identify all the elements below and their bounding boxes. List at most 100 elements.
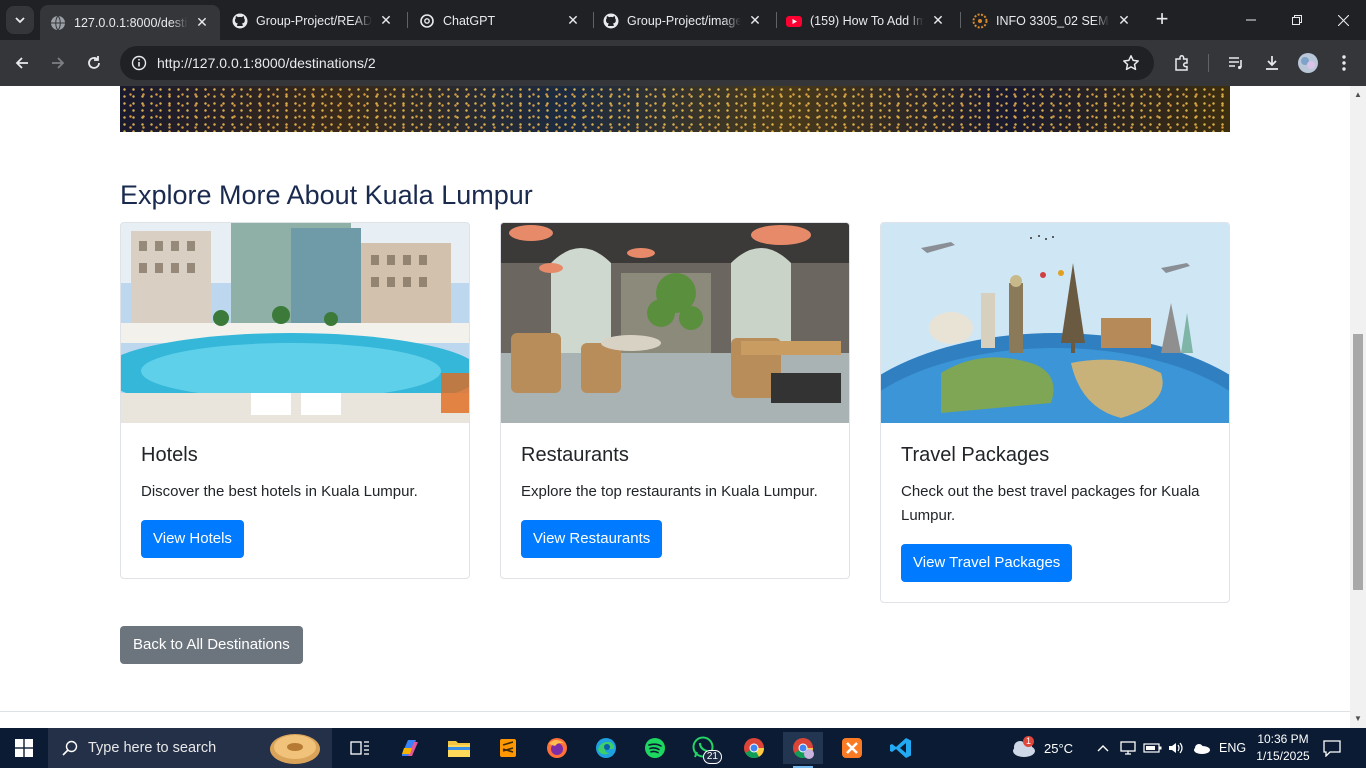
start-button[interactable] (0, 728, 48, 768)
world-landmarks-image (881, 223, 1229, 423)
close-tab-icon[interactable]: ✕ (930, 12, 946, 29)
firefox-icon[interactable] (537, 732, 577, 764)
hotels-card: Hotels Discover the best hotels in Kuala… (120, 222, 470, 579)
hotel-pool-image (121, 223, 469, 423)
url-text: http://127.0.0.1:8000/destinations/2 (157, 55, 376, 71)
clock-time: 10:36 PM (1257, 732, 1309, 746)
clock-date: 1/15/2025 (1256, 749, 1310, 763)
tab-images[interactable]: Group-Project/images ✕ (593, 5, 773, 36)
minimize-button[interactable] (1228, 0, 1274, 40)
tab-chatgpt[interactable]: ChatGPT ✕ (409, 5, 591, 36)
close-tab-icon[interactable]: ✕ (1116, 12, 1132, 29)
network-icon[interactable] (1119, 728, 1137, 768)
restore-button[interactable] (1274, 0, 1320, 40)
view-restaurants-button[interactable]: View Restaurants (521, 520, 663, 558)
volume-icon[interactable] (1167, 728, 1185, 768)
download-icon (1266, 56, 1278, 70)
course-icon (972, 13, 988, 29)
weather-widget[interactable]: 1 25°C (1010, 728, 1073, 768)
puzzle-icon (1175, 54, 1188, 71)
footer-divider (0, 711, 1350, 712)
travel-packages-card: Travel Packages Check out the best trave… (880, 222, 1230, 603)
tab-title: Group-Project/README.md (256, 13, 372, 28)
new-tab-button[interactable]: + (1150, 8, 1174, 32)
github-icon (232, 13, 248, 29)
windows-taskbar: Type here to search 21 1 25°C ENG 10:36 … (0, 728, 1366, 768)
tab-readme[interactable]: Group-Project/README.md ✕ (222, 5, 404, 36)
chrome-profile-icon[interactable] (783, 732, 823, 768)
close-tab-icon[interactable]: ✕ (378, 12, 394, 29)
sublime-text-icon[interactable] (488, 732, 528, 764)
browser-tab-strip: 127.0.0.1:8000/destinations/2 ✕ Group-Pr… (0, 0, 1366, 40)
notification-icon (1323, 740, 1341, 757)
card-title: Travel Packages (901, 444, 1050, 466)
scrollbar-thumb[interactable] (1353, 334, 1363, 590)
forward-button[interactable] (46, 51, 70, 75)
tab-title: (159) How To Add Images (810, 13, 924, 28)
show-hidden-icons-button[interactable] (1097, 728, 1109, 768)
scroll-down-arrow-icon[interactable]: ▼ (1353, 714, 1363, 724)
close-tab-icon[interactable]: ✕ (194, 14, 210, 31)
chevron-down-icon (15, 17, 25, 24)
spotify-icon[interactable] (635, 732, 675, 764)
view-hotels-button[interactable]: View Hotels (141, 520, 244, 558)
close-window-button[interactable] (1320, 0, 1366, 40)
restaurants-card: Restaurants Explore the top restaurants … (500, 222, 850, 579)
back-button[interactable] (10, 51, 34, 75)
tab-title: ChatGPT (443, 13, 496, 28)
address-bar[interactable]: http://127.0.0.1:8000/destinations/2 (120, 46, 1154, 80)
toolbar-divider (1208, 54, 1209, 72)
browser-toolbar: http://127.0.0.1:8000/destinations/2 (0, 40, 1366, 86)
chrome-icon[interactable] (734, 732, 774, 764)
card-text: Discover the best hotels in Kuala Lumpur… (141, 483, 418, 500)
system-clock[interactable]: 10:36 PM 1/15/2025 (1248, 731, 1318, 765)
tab-separator (960, 12, 961, 28)
battery-icon[interactable] (1143, 728, 1163, 768)
playlist-icon (1229, 57, 1242, 70)
site-info-icon[interactable] (131, 55, 147, 76)
scroll-up-arrow-icon[interactable]: ▲ (1353, 90, 1363, 100)
edge-icon[interactable] (586, 732, 626, 764)
file-explorer-icon[interactable] (439, 732, 479, 764)
tab-search-button[interactable] (6, 6, 34, 34)
bookmark-star-icon[interactable] (1122, 54, 1140, 77)
tab-youtube[interactable]: (159) How To Add Images ✕ (776, 5, 956, 36)
onedrive-icon[interactable] (1191, 728, 1211, 768)
card-title: Restaurants (521, 444, 629, 466)
profile-avatar[interactable] (1296, 51, 1320, 75)
media-control-button[interactable] (1224, 51, 1248, 75)
card-text: Check out the best travel packages for K… (901, 483, 1200, 524)
chevron-up-icon (1097, 745, 1109, 752)
github-icon (603, 13, 619, 29)
notifications-button[interactable] (1322, 728, 1342, 768)
taskbar-search-box[interactable]: Type here to search (48, 728, 332, 768)
arrow-left-icon (15, 57, 28, 69)
view-travel-packages-button[interactable]: View Travel Packages (901, 544, 1073, 582)
tab-course[interactable]: INFO 3305_02 SEM1 ✕ (962, 5, 1142, 36)
reload-button[interactable] (82, 51, 106, 75)
windows-logo-icon (15, 739, 33, 757)
tab-separator (407, 12, 408, 28)
xampp-icon[interactable] (832, 732, 872, 764)
city-night-banner-image (120, 86, 1230, 132)
tab-destinations[interactable]: 127.0.0.1:8000/destinations/2 ✕ (40, 5, 220, 40)
language-indicator[interactable]: ENG (1219, 728, 1246, 768)
whatsapp-icon[interactable]: 21 (684, 732, 724, 764)
tab-title: Group-Project/images (627, 13, 741, 28)
copilot-icon[interactable] (390, 732, 430, 764)
close-tab-icon[interactable]: ✕ (565, 12, 581, 29)
search-icon (62, 740, 78, 756)
downloads-button[interactable] (1260, 51, 1284, 75)
more-vertical-icon (1342, 55, 1346, 71)
browser-menu-button[interactable] (1332, 51, 1356, 75)
task-view-icon[interactable] (340, 732, 380, 764)
close-tab-icon[interactable]: ✕ (747, 12, 763, 29)
youtube-icon (786, 13, 802, 29)
language-text: ENG (1219, 741, 1247, 755)
reload-icon (88, 56, 100, 69)
extensions-button[interactable] (1170, 51, 1194, 75)
vscode-icon[interactable] (881, 732, 921, 764)
page-scrollbar[interactable]: ▲ ▼ (1350, 86, 1366, 728)
back-to-destinations-button[interactable]: Back to All Destinations (120, 626, 303, 664)
temperature-text: 25°C (1044, 740, 1074, 756)
